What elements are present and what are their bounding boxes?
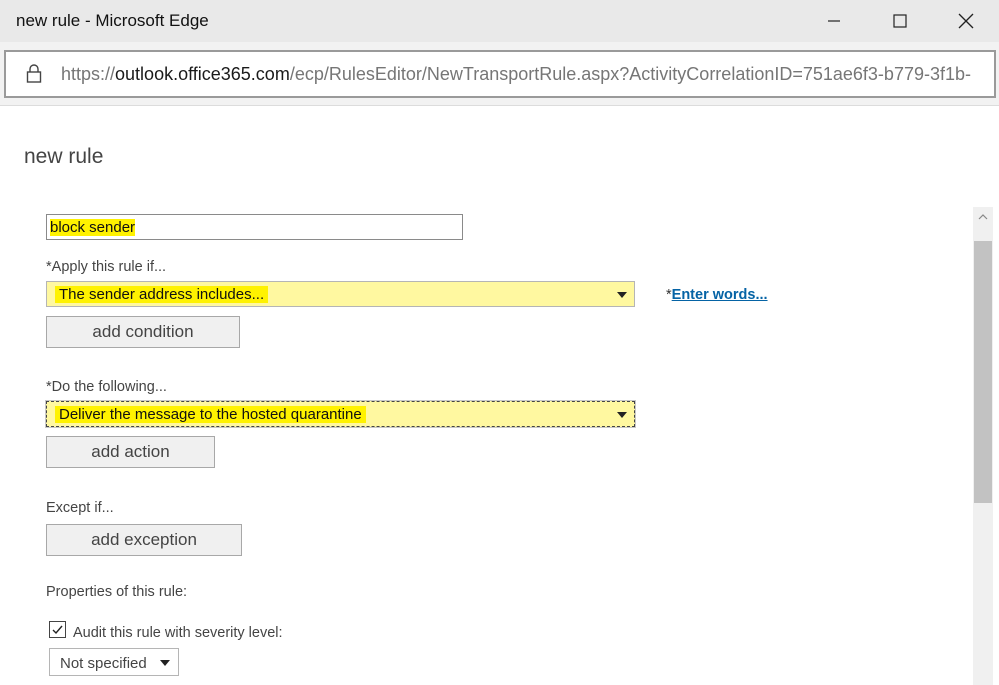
maximize-icon xyxy=(893,14,907,28)
lock-icon xyxy=(26,64,42,83)
url-text: https://outlook.office365.com/ecp/RulesE… xyxy=(61,64,971,85)
add-exception-button[interactable]: add exception xyxy=(46,524,242,556)
url-field[interactable]: https://outlook.office365.com/ecp/RulesE… xyxy=(4,50,996,98)
action-select[interactable]: Deliver the message to the hosted quaran… xyxy=(45,400,636,428)
maximize-button[interactable] xyxy=(876,0,924,42)
add-condition-button[interactable]: add condition xyxy=(46,316,240,348)
scroll-up-button[interactable] xyxy=(973,207,993,227)
severity-select-value: Not specified xyxy=(60,655,147,672)
close-button[interactable] xyxy=(942,0,990,42)
properties-label: Properties of this rule: xyxy=(46,584,188,600)
do-following-label: *Do the following... xyxy=(46,379,167,395)
chevron-down-icon xyxy=(617,292,627,298)
action-select-value: Deliver the message to the hosted quaran… xyxy=(55,406,366,423)
scroll-thumb[interactable] xyxy=(974,241,992,503)
address-bar: https://outlook.office365.com/ecp/RulesE… xyxy=(0,42,999,106)
chevron-up-icon xyxy=(978,214,988,220)
checkmark-icon xyxy=(52,625,63,635)
condition-select[interactable]: The sender address includes... xyxy=(46,281,635,307)
add-action-button[interactable]: add action xyxy=(46,436,215,468)
vertical-scrollbar[interactable] xyxy=(973,207,993,685)
apply-rule-label: *Apply this rule if... xyxy=(46,259,167,275)
condition-select-value: The sender address includes... xyxy=(55,286,269,303)
window-titlebar: new rule - Microsoft Edge xyxy=(0,0,999,42)
audit-label: Audit this rule with severity level: xyxy=(73,625,283,641)
close-icon xyxy=(958,13,974,29)
page-title: new rule xyxy=(24,145,104,168)
except-if-label: Except if... xyxy=(46,500,114,516)
url-path: /ecp/RulesEditor/NewTransportRule.aspx?A… xyxy=(289,64,971,84)
enter-words-container: *Enter words... xyxy=(666,287,768,303)
url-domain: outlook.office365.com xyxy=(115,64,290,84)
chevron-down-icon xyxy=(617,412,627,418)
rule-name-input[interactable]: block sender xyxy=(46,214,463,240)
url-prefix: https:// xyxy=(61,64,116,84)
audit-checkbox[interactable] xyxy=(49,621,66,638)
chevron-down-icon xyxy=(160,660,170,666)
severity-select[interactable]: Not specified xyxy=(49,648,179,676)
minimize-icon xyxy=(828,20,840,22)
window-title: new rule - Microsoft Edge xyxy=(16,11,209,30)
rule-name-value: block sender xyxy=(50,219,136,236)
enter-words-link[interactable]: Enter words... xyxy=(672,287,768,303)
minimize-button[interactable] xyxy=(810,0,858,42)
